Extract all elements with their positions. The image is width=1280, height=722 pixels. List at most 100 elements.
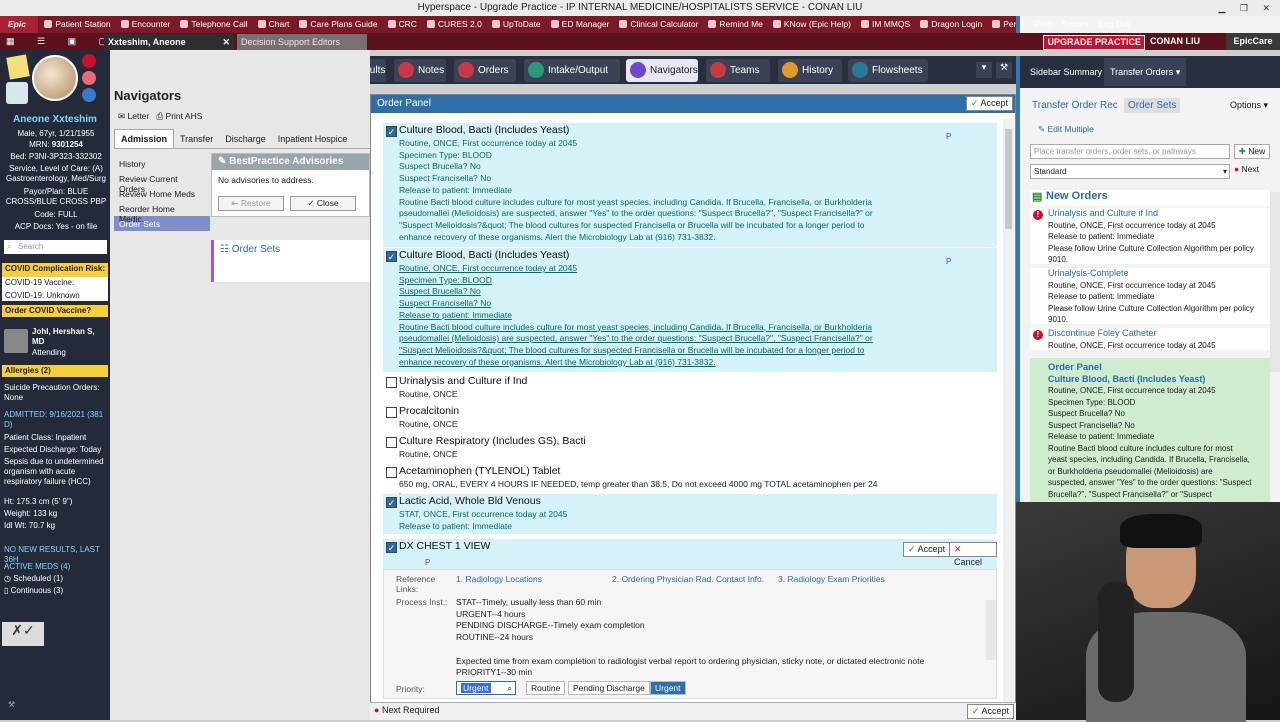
calendar-icon[interactable] bbox=[6, 82, 28, 104]
tab-notes[interactable]: Notes bbox=[394, 59, 446, 82]
reference-link[interactable]: 2. Ordering Physician Rad. Contact Info. bbox=[612, 574, 764, 584]
menu-review-home-meds[interactable]: Review Home Meds bbox=[114, 186, 210, 201]
window-controls[interactable]: ▁ ❐ ✕ bbox=[1218, 0, 1276, 16]
reference-link[interactable]: 1. Radiology Locations bbox=[456, 574, 542, 584]
menu-reorder-home-meds[interactable]: Reorder Home Medic... bbox=[114, 201, 210, 224]
order-name[interactable]: DX CHEST 1 VIEW bbox=[399, 540, 490, 553]
toolbar-right-item[interactable]: Print bbox=[1035, 16, 1052, 33]
tab-inpatient-hospice[interactable]: Inpatient Hospice bbox=[272, 130, 354, 148]
menu-history[interactable]: History bbox=[114, 156, 210, 171]
attending-name[interactable]: Johl, Hershan S, MD bbox=[32, 327, 106, 347]
scrollbar-thumb[interactable] bbox=[1005, 129, 1012, 229]
tab-sidebar-summary[interactable]: Sidebar Summary bbox=[1024, 58, 1108, 86]
tab-admission[interactable]: Admission bbox=[114, 129, 175, 148]
order-name[interactable]: Acetaminophen (TYLENOL) Tablet bbox=[399, 465, 560, 478]
order-row[interactable]: Acetaminophen (TYLENOL) Tablet 650 mg, OR… bbox=[383, 464, 997, 501]
tab-intake-output[interactable]: Intake/Output bbox=[524, 59, 620, 82]
order-row[interactable]: ✓ Culture Blood, Bacti (Includes Yeast) Ro… bbox=[383, 123, 997, 247]
toolbar-item[interactable]: Chart bbox=[257, 16, 289, 33]
order-covid-vaccine[interactable]: Order COVID Vaccine? bbox=[2, 305, 108, 317]
toolbar-item[interactable]: Dragon Login bbox=[920, 16, 982, 33]
sidebar-scrollbar[interactable] bbox=[1270, 192, 1280, 372]
toolbar-item[interactable]: Patient Station bbox=[44, 16, 111, 33]
order-row[interactable]: ✓ Lactic Acid, Whole Bld Venous STAT, ONCE… bbox=[383, 494, 997, 534]
order-checkbox[interactable]: ✓ bbox=[386, 251, 397, 262]
sidebar-search-input[interactable]: Place transfer orders, order sets, or pa… bbox=[1030, 144, 1230, 159]
priority-input[interactable]: Urgent ⌕ bbox=[456, 681, 516, 695]
order-checkbox[interactable]: ✓ bbox=[386, 126, 397, 137]
more-activities-icon[interactable]: ▾ bbox=[976, 62, 992, 78]
options-menu[interactable]: Options ▾ bbox=[1230, 100, 1268, 111]
order-row[interactable]: Culture Respiratory (Includes GS), Bacti… bbox=[383, 434, 997, 462]
toolbar-item[interactable]: Clinical Calculator bbox=[619, 16, 698, 33]
sidebar-order-name[interactable]: Discontinue Foley Catheter bbox=[1048, 328, 1270, 340]
toolbar-right-item[interactable]: Secure bbox=[1062, 16, 1089, 33]
reference-link[interactable]: 3. Radiology Exam Priorities bbox=[778, 574, 885, 584]
toolbar-right-item[interactable]: Log Out bbox=[1099, 16, 1129, 33]
toolbar-item[interactable]: CRC bbox=[387, 16, 417, 33]
menu-review-current-orders[interactable]: Review Current Orders bbox=[114, 171, 210, 194]
storyboard-search[interactable]: ⌕ Search bbox=[4, 240, 107, 254]
dx-cancel-button[interactable]: ✕ Cancel bbox=[949, 542, 997, 567]
sticky-note-icon[interactable] bbox=[6, 54, 30, 80]
order-checkbox[interactable] bbox=[386, 437, 397, 448]
order-name[interactable]: Urinalysis and Culture if Ind bbox=[399, 375, 527, 388]
toolbar-item[interactable]: Encounter bbox=[120, 16, 170, 33]
footer-accept-button[interactable]: ✓ Accept bbox=[966, 704, 1014, 719]
process-inst-scrollbar[interactable] bbox=[986, 600, 996, 660]
close-button[interactable]: ✓ Close bbox=[290, 196, 356, 211]
priority-option[interactable]: Pending Discharge bbox=[568, 681, 650, 695]
tab-navigators[interactable]: Navigators bbox=[626, 59, 698, 82]
order-details[interactable]: Routine, ONCE bbox=[399, 389, 899, 401]
tab-flowsheets[interactable]: Flowsheets bbox=[848, 59, 928, 82]
tab-history[interactable]: History bbox=[778, 59, 842, 82]
toolbar-item[interactable]: Care Plans Guide bbox=[299, 16, 378, 33]
tab-transfer-orders[interactable]: Transfer Orders ▾ bbox=[1104, 58, 1187, 86]
order-mode-select[interactable]: Standard ▾ bbox=[1030, 164, 1230, 179]
toolbar-item[interactable]: KNow (Epic Help) bbox=[772, 16, 851, 33]
order-row[interactable]: ✓ Culture Blood, Bacti (Includes Yeast) Ro… bbox=[383, 248, 997, 372]
sidebar-order-item[interactable]: ! Discontinue Foley Catheter Routine, ONCE… bbox=[1030, 328, 1270, 350]
order-sets-link[interactable]: Order Sets bbox=[1124, 98, 1181, 113]
order-details[interactable]: Routine, ONCE, First occurrence today at… bbox=[399, 263, 899, 368]
order-checkbox[interactable] bbox=[386, 467, 397, 478]
dx-accept-button[interactable]: ✓ Accept bbox=[903, 542, 951, 557]
priority-option[interactable]: Routine bbox=[526, 681, 566, 695]
order-details[interactable]: Routine, ONCE, First occurrence today at… bbox=[399, 138, 899, 243]
order-checkbox[interactable] bbox=[386, 407, 397, 418]
decision-support-tab[interactable]: Decision Support Editors bbox=[237, 34, 367, 50]
order-checkbox[interactable]: ✓ bbox=[386, 542, 397, 553]
sidebar-order-panel[interactable]: Order Panel Culture Blood, Bacti (Includ… bbox=[1030, 358, 1270, 506]
edit-multiple-button[interactable]: ✎ Edit Multiple bbox=[1038, 124, 1094, 135]
continuous-meds[interactable]: ▯ Continuous (3) bbox=[4, 586, 108, 596]
scheduled-meds[interactable]: ◷ Scheduled (1) bbox=[4, 574, 108, 584]
order-name[interactable]: Lactic Acid, Whole Bld Venous bbox=[399, 495, 541, 508]
toolbar-item[interactable]: ED Manager bbox=[550, 16, 609, 33]
next-button[interactable]: ● Next bbox=[1234, 164, 1259, 174]
order-details[interactable]: STAT, ONCE, First occurrence today at 20… bbox=[399, 509, 899, 532]
restore-button[interactable]: ⇤ Restore bbox=[218, 196, 284, 211]
active-meds[interactable]: ACTIVE MEDS (4) bbox=[4, 562, 108, 572]
transfer-order-rec-link[interactable]: Transfer Order Rec bbox=[1032, 100, 1118, 111]
order-panel-scrollbar[interactable] bbox=[1003, 119, 1014, 715]
toolbar-item[interactable]: IM MMQS bbox=[860, 16, 910, 33]
sidebar-order-item[interactable]: Urinalysis-Complete Routine, ONCE, First … bbox=[1030, 268, 1270, 324]
print-ahs-button[interactable]: Print AHS bbox=[166, 111, 203, 121]
toolbar-item[interactable]: CURES 2.0 bbox=[426, 16, 482, 33]
order-details[interactable]: Routine, ONCE bbox=[399, 419, 899, 431]
epic-logo[interactable]: Epic bbox=[0, 16, 38, 33]
toolbar-item[interactable]: Remind Me bbox=[708, 16, 763, 33]
order-name[interactable]: Procalcitonin bbox=[399, 405, 459, 418]
close-icon[interactable]: ✕ bbox=[222, 34, 230, 51]
toolbar-item[interactable]: Telephone Call bbox=[180, 16, 248, 33]
sidebar-order-name[interactable]: Urinalysis and Culture if Ind bbox=[1048, 208, 1270, 220]
order-checkbox[interactable] bbox=[386, 377, 397, 388]
tab-transfer[interactable]: Transfer bbox=[174, 130, 219, 148]
quick-icons[interactable]: ▦ ☰ ▣ ▢ bbox=[6, 33, 117, 50]
priority-option[interactable]: Urgent bbox=[650, 681, 686, 695]
task-icons[interactable]: ✗✓ bbox=[2, 622, 44, 646]
patient-tab[interactable]: Xxteshim, Aneone ✕ bbox=[104, 34, 234, 50]
wrench-icon[interactable]: ⚒ bbox=[8, 700, 15, 709]
next-required-button[interactable]: ● Next Required bbox=[374, 705, 439, 715]
sidebar-order-name[interactable]: Urinalysis-Complete bbox=[1048, 268, 1270, 280]
